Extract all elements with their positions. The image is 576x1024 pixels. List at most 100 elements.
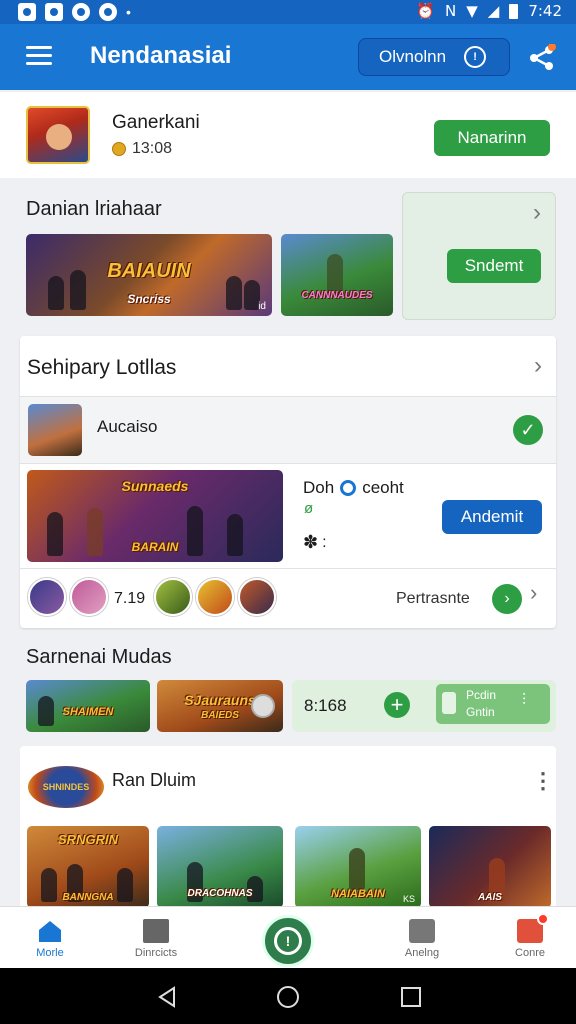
- network-label: N: [444, 2, 457, 20]
- avatar-face: [46, 124, 72, 150]
- chevron-right-icon[interactable]: ›: [530, 580, 537, 606]
- banner-subtitle: BARAIN: [131, 540, 179, 554]
- counter-value: 8:168: [304, 696, 347, 715]
- section4-thumb-4-title: AAIS: [478, 892, 502, 903]
- spinner-icon: ✽: [303, 532, 319, 552]
- coin-icon: [112, 142, 126, 156]
- alarm-icon: ⏰: [416, 2, 435, 20]
- section3-counter-panel[interactable]: 8:168 + Pcdin Gntin ⫶: [292, 680, 556, 732]
- info-label-2: ceoht: [362, 478, 404, 497]
- nav-core-label: Conre: [515, 947, 545, 959]
- target-icon: [340, 480, 357, 496]
- badge-dot: [537, 913, 549, 925]
- nav-account[interactable]: Anelng: [382, 915, 462, 959]
- header-action-button[interactable]: Olvnolnn !: [358, 38, 510, 76]
- section4-thumb-1-sub: BANNGNA: [62, 892, 114, 903]
- avatar[interactable]: [196, 578, 234, 616]
- featured-thumb-1-tag: id: [258, 301, 266, 312]
- banner-title: Sunnaeds: [121, 478, 189, 494]
- section4-title: Ran Dluim: [112, 770, 197, 790]
- avatar[interactable]: [238, 578, 276, 616]
- side-panel-button[interactable]: Sndemt: [447, 249, 541, 283]
- avatar[interactable]: [26, 106, 90, 164]
- nav-home[interactable]: Morle: [10, 915, 90, 959]
- avatar[interactable]: [70, 578, 108, 616]
- tune-icon: ⫶: [522, 692, 527, 709]
- mail-icon: [409, 919, 435, 943]
- featured-title-text: Danian lriahaar: [26, 198, 162, 220]
- app-bar: Nendanasiai Olvnolnn !: [0, 24, 576, 90]
- home-nav-icon[interactable]: [276, 985, 300, 1009]
- mini-line-1: Pcdin: [466, 688, 497, 702]
- section2-banner[interactable]: Sunnaeds BARAIN: [27, 470, 283, 562]
- back-icon[interactable]: [156, 986, 178, 1008]
- mini-line-2: Gntin: [466, 705, 495, 719]
- featured-thumb-1-sub: Sncriss: [127, 292, 171, 306]
- featured-thumb-1-title: BAIAUIN: [107, 260, 191, 282]
- section3-thumb-2[interactable]: SJaurauns BAIEDS: [157, 680, 283, 732]
- info-line: Doh ceoht: [303, 478, 404, 498]
- divider: [20, 568, 556, 569]
- featured-thumb-2-title: CANNNAUDES: [301, 290, 373, 301]
- featured-title: Danian lriahaar: [26, 198, 162, 221]
- chevron-right-icon[interactable]: ›: [534, 352, 542, 380]
- featured-thumb-1[interactable]: BAIAUIN Sncriss id: [26, 234, 272, 316]
- section3-title-text: Sarnenai Mudas: [26, 646, 172, 668]
- info-icon: !: [464, 46, 487, 68]
- more-options-icon[interactable]: ⋮: [532, 768, 554, 794]
- info-label-1: Doh: [303, 478, 335, 497]
- avatar[interactable]: [154, 578, 192, 616]
- system-indicators: ⏰ N ▼ ◢ 7:42: [416, 2, 562, 20]
- profile-name: Ganerkani: [112, 112, 200, 133]
- section4-thumb-3-tag: KS: [402, 894, 415, 904]
- phone-icon: [442, 692, 456, 714]
- nav-center-button[interactable]: !: [262, 915, 314, 967]
- section2-card: Sehipary Lotllas › Aucaiso ✓ Sunnaeds BA…: [20, 336, 556, 628]
- forward-icon[interactable]: ›: [492, 584, 522, 614]
- avatar-count: 7.19: [114, 590, 146, 607]
- section2-list-item[interactable]: Aucaiso ✓: [20, 396, 556, 464]
- avatar[interactable]: [28, 578, 66, 616]
- game-icon: [99, 3, 117, 21]
- header-action-label: Olvnolnn: [379, 47, 447, 66]
- grid-icon: [143, 919, 169, 943]
- signal-icon: ◢: [487, 2, 500, 20]
- bottom-nav: Morle Dinrcicts ! Anelng Conre: [0, 906, 576, 968]
- chevron-right-icon[interactable]: ›: [533, 199, 541, 227]
- character-figure: [327, 254, 343, 294]
- badge-icon: [251, 694, 275, 718]
- character-figure: [349, 848, 365, 890]
- coin-balance: 13:08: [112, 140, 172, 158]
- section3-thumb-1[interactable]: SHAIMEN: [26, 680, 150, 732]
- nav-directory[interactable]: Dinrcicts: [116, 915, 196, 959]
- section4-thumb-2[interactable]: DRACOHNAS: [157, 826, 283, 908]
- menu-icon[interactable]: [26, 46, 52, 66]
- recents-icon[interactable]: [400, 986, 422, 1008]
- home-icon: [39, 921, 61, 942]
- notification-icons: •: [18, 3, 131, 21]
- section4-thumb-1-title: SRNGRIN: [58, 832, 118, 847]
- section4-thumb-3[interactable]: NAIABAIN KS: [295, 826, 421, 908]
- section4-thumb-4[interactable]: AAIS: [429, 826, 551, 908]
- section4-card: SHNINDES Ran Dluim ⋮ SRNGRIN BANNGNA DRA…: [20, 746, 556, 908]
- share-icon[interactable]: [528, 44, 556, 72]
- profile-action-button[interactable]: Nanarinn: [434, 120, 550, 156]
- nav-directory-label: Dinrcicts: [134, 947, 178, 959]
- nav-core[interactable]: Conre: [490, 913, 570, 959]
- profile-card: Ganerkani 13:08 Nanarinn: [0, 92, 576, 178]
- clock: 7:42: [528, 2, 562, 20]
- featured-thumb-2[interactable]: CANNNAUDES: [281, 234, 393, 316]
- nav-home-label: Morle: [36, 947, 64, 959]
- section3-thumb-1-title: SHAIMEN: [62, 706, 114, 718]
- system-nav-bar: [0, 968, 576, 1024]
- section4-thumb-1[interactable]: SRNGRIN BANNGNA: [27, 826, 149, 908]
- featured-side-panel[interactable]: › Sndemt: [402, 192, 556, 320]
- info-dots: ✽ :: [303, 532, 327, 553]
- chat-icon: [72, 3, 90, 21]
- section2-title-text: Sehipary Lotllas: [27, 356, 177, 379]
- game-logo[interactable]: SHNINDES: [28, 766, 104, 808]
- nav-account-label: Anelng: [404, 947, 440, 959]
- section2-action-button[interactable]: Andemit: [442, 500, 542, 534]
- mini-panel[interactable]: Pcdin Gntin ⫶: [436, 684, 550, 724]
- add-icon[interactable]: +: [384, 692, 410, 718]
